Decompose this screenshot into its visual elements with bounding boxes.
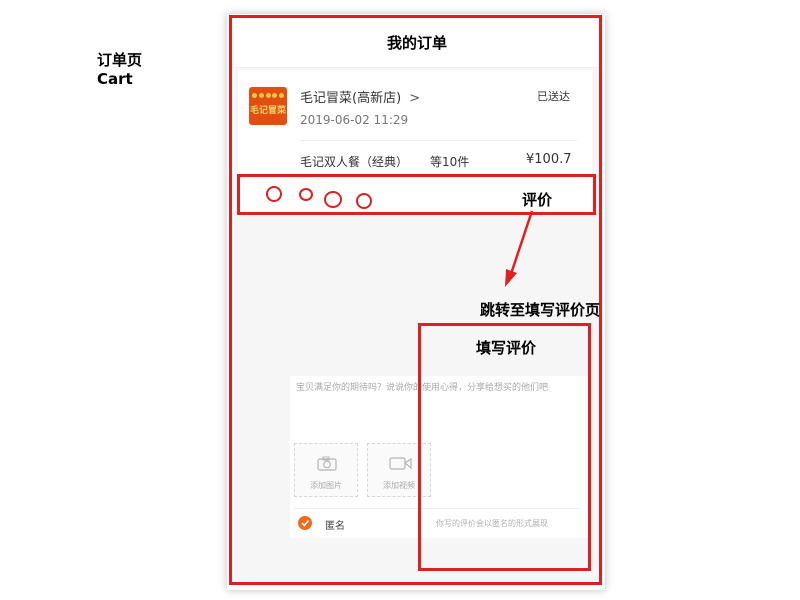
fill-review-annotation-label: 填写评价 xyxy=(476,339,537,357)
review-form-highlight xyxy=(418,323,591,571)
arrow-icon xyxy=(505,210,534,287)
anonymous-label: 匿名 xyxy=(325,521,345,532)
add-image-label: 添加图片 xyxy=(310,481,342,490)
camera-icon xyxy=(317,456,337,471)
video-camera-icon xyxy=(389,457,412,470)
jump-annotation-label: 跳转至填写评价页 xyxy=(480,301,601,319)
checkmark-icon xyxy=(301,519,310,527)
page-name-en-label: Cart xyxy=(97,70,133,88)
anonymous-checkbox[interactable] xyxy=(298,516,312,530)
page-name-label: 订单页 xyxy=(97,51,143,69)
add-image-button[interactable]: 添加图片 xyxy=(294,443,358,497)
